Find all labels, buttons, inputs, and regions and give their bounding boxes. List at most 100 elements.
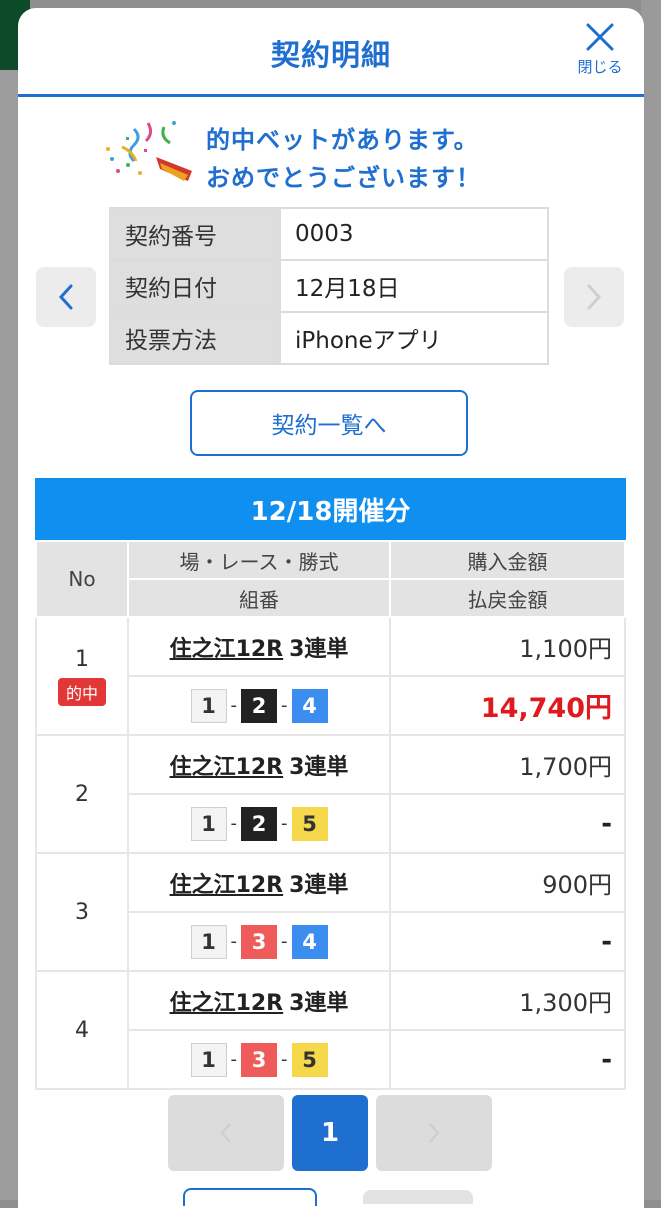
purchase-amount: 1,100円 [389,616,626,677]
contract-row: 契約番号 0003 [109,207,549,261]
combo-dash: - [230,931,238,952]
combo: 1 - 2 - 5 [190,806,328,841]
bet-type: 3連単 [289,990,349,1016]
combo-dash: - [230,813,238,834]
background-panel-right [641,0,661,1200]
combo-number: 3 [241,1042,277,1077]
bottom-button-partial[interactable] [363,1190,473,1204]
chevron-right-icon [429,1123,440,1143]
combo-number: 1 [190,688,227,723]
combo-number: 1 [190,806,227,841]
combo-dash: - [281,813,288,834]
combo-number: 5 [291,806,328,841]
bets-table: No 場・レース・勝式 購入金額 組番 払戻金額 1 的中 住之江12R 3連単 … [35,540,626,1090]
combo-dash: - [230,695,238,716]
prev-page-button[interactable] [168,1095,284,1171]
contract-detail-modal: 契約明細 閉じる 的中ベットがあります。 おめでとうございます！ 契約番号 00… [18,8,644,1208]
party-popper-icon [106,121,192,181]
close-label: 閉じる [577,58,623,76]
combo-number: 1 [190,1042,227,1077]
prev-contract-button[interactable] [36,267,96,327]
bet-no-cell: 4 [35,970,129,1090]
contract-info: 契約番号 0003 契約日付 12月18日 投票方法 iPhoneアプリ [18,207,644,377]
chevron-left-icon [58,284,73,310]
page-number-current[interactable]: 1 [292,1095,368,1171]
combo-cell: 1 - 2 - 5 [127,793,391,854]
bet-no: 3 [75,899,89,925]
combo-cell: 1 - 3 - 4 [127,911,391,972]
combo-number: 5 [291,1042,328,1077]
congrats-banner: 的中ベットがあります。 おめでとうございます！ [18,97,644,207]
col-header-race: 場・レース・勝式 [127,540,391,580]
table-row: 2 住之江12R 3連単 1,700円 [35,734,626,854]
combo-number: 4 [291,688,328,723]
hit-badge: 的中 [57,677,106,706]
combo-dash: - [230,1049,238,1070]
bet-type: 3連単 [289,636,349,662]
bet-no: 4 [75,1017,89,1043]
purchase-amount: 900円 [389,852,626,913]
modal-header: 契約明細 閉じる [18,8,644,97]
race-venue-link[interactable]: 住之江12R [170,755,284,780]
combo-dash: - [281,931,288,952]
payout-amount: - [389,911,626,972]
modal-title: 契約明細 [270,38,391,72]
contract-number-label: 契約番号 [109,207,281,261]
contract-date-label: 契約日付 [109,259,281,313]
combo-number: 1 [190,924,227,959]
race-cell[interactable]: 住之江12R 3連単 [127,970,391,1031]
contract-number-value: 0003 [279,207,549,261]
combo: 1 - 3 - 4 [190,924,328,959]
payout-amount: - [389,793,626,854]
contract-list-button[interactable]: 契約一覧へ [190,390,468,456]
bet-no-cell: 3 [35,852,129,972]
pagination: 1 [168,1095,492,1171]
congrats-line-1: 的中ベットがあります。 [206,126,479,154]
combo-number: 3 [241,924,277,959]
race-cell[interactable]: 住之江12R 3連単 [127,616,391,677]
bottom-button-partial[interactable] [183,1188,317,1206]
chevron-left-icon [220,1123,231,1143]
vote-method-value: iPhoneアプリ [279,311,549,365]
contract-row: 投票方法 iPhoneアプリ [109,311,549,365]
close-icon [586,23,614,51]
combo-number: 2 [241,688,277,723]
payout-amount: - [389,1029,626,1090]
race-cell[interactable]: 住之江12R 3連単 [127,734,391,795]
chevron-right-icon [587,284,602,310]
combo-dash: - [281,1049,288,1070]
bet-no-cell: 1 的中 [35,616,129,736]
combo-number: 2 [241,806,277,841]
next-page-button[interactable] [376,1095,492,1171]
col-header-purchase: 購入金額 [389,540,626,580]
vote-method-label: 投票方法 [109,311,281,365]
combo: 1 - 2 - 4 [190,688,328,723]
congrats-message: 的中ベットがあります。 おめでとうございます！ [206,121,481,197]
congrats-line-2: おめでとうございます！ [206,164,481,192]
bet-no: 2 [75,781,89,807]
purchase-amount: 1,300円 [389,970,626,1031]
table-row: 3 住之江12R 3連単 900円 [35,852,626,972]
purchase-amount: 1,700円 [389,734,626,795]
bet-type: 3連単 [289,872,349,898]
combo: 1 - 3 - 5 [190,1042,328,1077]
section-title: 12/18開催分 [35,478,626,540]
table-row: 4 住之江12R 3連単 1,300円 [35,970,626,1090]
col-header-no: No [35,540,129,618]
col-header-payout: 払戻金額 [389,578,626,618]
contract-info-table: 契約番号 0003 契約日付 12月18日 投票方法 iPhoneアプリ [109,207,549,365]
contract-date-value: 12月18日 [279,259,549,313]
payout-amount: 14,740円 [389,675,626,736]
race-cell[interactable]: 住之江12R 3連単 [127,852,391,913]
col-header-combo: 組番 [127,578,391,618]
table-header-row: No 場・レース・勝式 購入金額 [35,540,626,618]
table-row: 1 的中 住之江12R 3連単 1,100円 [35,616,626,736]
race-venue-link[interactable]: 住之江12R [170,991,284,1016]
race-venue-link[interactable]: 住之江12R [170,873,284,898]
combo-cell: 1 - 2 - 4 [127,675,391,736]
race-venue-link[interactable]: 住之江12R [170,637,284,662]
combo-cell: 1 - 3 - 5 [127,1029,391,1090]
close-button[interactable]: 閉じる [572,22,628,80]
next-contract-button[interactable] [564,267,624,327]
contract-row: 契約日付 12月18日 [109,259,549,313]
